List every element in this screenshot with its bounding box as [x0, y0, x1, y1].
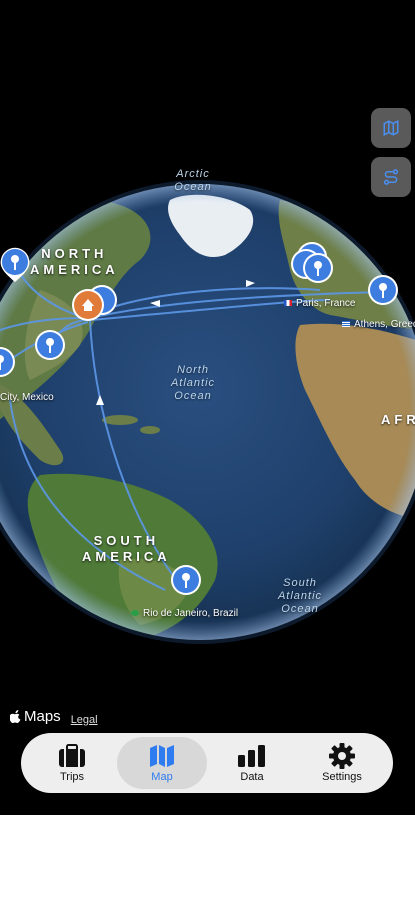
city-label-athens[interactable]: Athens, Greece — [342, 319, 415, 330]
map-icon — [383, 120, 399, 136]
ocean-label-north-atlantic: North Atlantic Ocean — [170, 364, 216, 402]
route-icon — [383, 169, 399, 185]
tab-data-label: Data — [240, 771, 264, 783]
city-label-rio[interactable]: Rio de Janeiro, Brazil — [131, 608, 238, 619]
city-label-paris[interactable]: Paris, France — [284, 298, 355, 309]
ocean-label-arctic: Arctic Ocean — [174, 168, 212, 193]
map-style-button[interactable] — [371, 108, 411, 148]
maps-attribution: Maps Legal — [10, 708, 98, 726]
ocean-label-south-atlantic: South Atlantic Ocean — [277, 577, 323, 615]
tab-trips-label: Trips — [59, 771, 85, 783]
suitcase-icon — [59, 744, 85, 767]
region-label-north-america: NORTH AMERICA — [30, 246, 119, 277]
globe[interactable] — [0, 0, 415, 815]
maps-brand: Maps — [10, 708, 61, 725]
tab-map-label: Map — [151, 771, 173, 783]
region-label-south-america: SOUTH AMERICA — [82, 533, 171, 564]
tab-data[interactable]: Data — [207, 737, 297, 789]
routes-button[interactable] — [371, 157, 411, 197]
tab-trips[interactable]: Trips — [27, 737, 117, 789]
legal-link[interactable]: Legal — [71, 714, 98, 726]
brazil-flag-icon — [131, 610, 139, 617]
home-icon[interactable] — [72, 289, 104, 321]
bar-chart-icon — [238, 745, 265, 767]
map-icon — [150, 745, 174, 767]
france-flag-icon — [284, 300, 292, 307]
tab-bar: Trips Map Data Settings — [21, 733, 393, 793]
apple-logo-icon — [10, 710, 21, 723]
gear-icon — [329, 743, 355, 769]
greece-flag-icon — [342, 321, 350, 328]
tab-map[interactable]: Map — [117, 737, 207, 789]
map-view[interactable]: NORTH AMERICA SOUTH AMERICA AFR ArcticOc… — [0, 0, 415, 815]
tab-settings-label: Settings — [322, 771, 362, 783]
city-label-mexico[interactable]: City, Mexico — [0, 392, 54, 403]
region-label-africa: AFR — [381, 412, 415, 427]
tab-settings[interactable]: Settings — [297, 737, 387, 789]
